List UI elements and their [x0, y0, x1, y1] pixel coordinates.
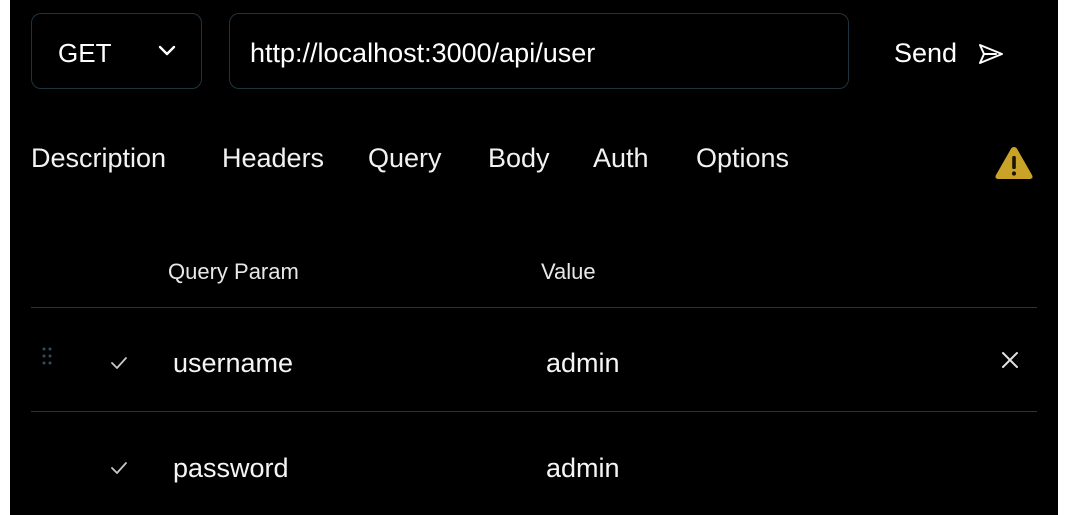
url-value: http://localhost:3000/api/user	[250, 38, 596, 68]
column-header-value: Value	[541, 259, 596, 284]
method-select[interactable]: GET	[31, 13, 202, 89]
send-label: Send	[894, 38, 958, 68]
query-param-key[interactable]: username	[173, 348, 293, 378]
check-icon[interactable]	[110, 461, 128, 475]
chevron-down-icon	[158, 45, 176, 56]
check-icon[interactable]	[110, 356, 128, 370]
send-button[interactable]: Send	[880, 14, 1020, 90]
tab-auth[interactable]: Auth	[593, 143, 649, 173]
divider	[31, 307, 1037, 308]
url-input[interactable]: http://localhost:3000/api/user	[229, 13, 849, 89]
query-param-key[interactable]: password	[173, 453, 289, 483]
warning-icon[interactable]	[994, 145, 1034, 181]
drag-handle-icon[interactable]	[42, 347, 52, 365]
request-panel: GET http://localhost:3000/api/user Send …	[10, 0, 1058, 515]
close-icon[interactable]	[1001, 351, 1019, 369]
send-arrow-icon	[979, 44, 1003, 64]
tab-body[interactable]: Body	[488, 143, 550, 173]
tab-description[interactable]: Description	[31, 143, 166, 173]
column-header-query-param: Query Param	[168, 259, 299, 284]
tab-headers[interactable]: Headers	[222, 143, 324, 173]
tab-options[interactable]: Options	[696, 143, 789, 173]
divider	[31, 411, 1037, 412]
tab-query[interactable]: Query	[368, 143, 442, 173]
query-param-value[interactable]: admin	[546, 453, 620, 483]
query-param-value[interactable]: admin	[546, 348, 620, 378]
method-label: GET	[58, 38, 112, 68]
